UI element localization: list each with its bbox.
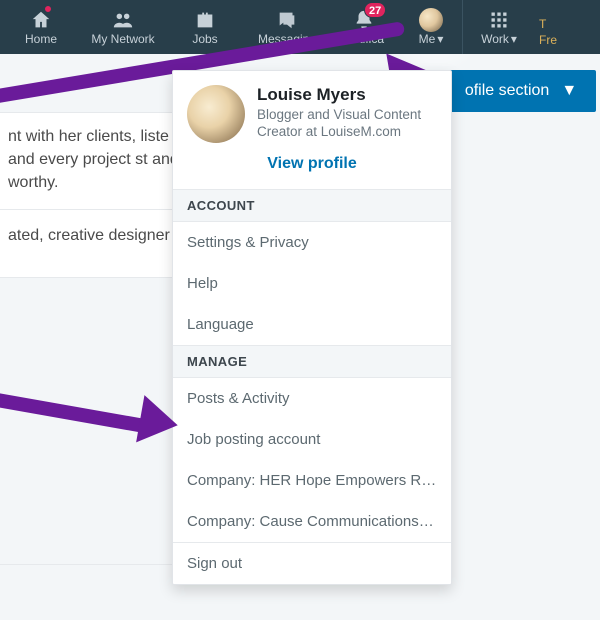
nav-try-line2: Fre (539, 34, 557, 46)
apps-grid-icon (489, 9, 509, 31)
dropdown-section-account: ACCOUNT (173, 189, 451, 222)
nav-work-text: Work (481, 32, 509, 46)
menu-item-company-2[interactable]: Company: Cause Communications G… (173, 501, 451, 542)
notifications-count-badge: 27 (364, 2, 386, 18)
chevron-down-icon: ▾ (511, 32, 517, 46)
nav-network-label: My Network (91, 33, 154, 45)
annotation-arrow-2 (0, 390, 157, 435)
page-body: ofile section ▼ nt with her clients, lis… (0, 54, 600, 620)
briefcase-icon (194, 9, 216, 31)
menu-item-sign-out[interactable]: Sign out (173, 542, 451, 584)
messaging-icon (276, 9, 298, 31)
nav-me-text: Me (419, 32, 436, 46)
home-badge (43, 4, 53, 14)
menu-item-settings[interactable]: Settings & Privacy (173, 222, 451, 263)
nav-home-label: Home (25, 33, 57, 45)
avatar (187, 85, 245, 143)
dropdown-header[interactable]: Louise Myers Blogger and Visual Content … (173, 71, 451, 149)
view-profile-link[interactable]: View profile (173, 149, 451, 189)
menu-item-company-1[interactable]: Company: HER Hope Empowers Rest… (173, 460, 451, 501)
dropdown-section-manage: MANAGE (173, 345, 451, 378)
avatar-icon (419, 9, 443, 31)
nav-try-premium[interactable]: T Fre (535, 0, 571, 54)
profile-button-label: ofile section (465, 82, 550, 100)
menu-item-posts-activity[interactable]: Posts & Activity (173, 378, 451, 419)
nav-jobs-label: Jobs (192, 33, 217, 45)
nav-me-label: Me▾ (419, 33, 444, 45)
chevron-down-icon: ▾ (437, 32, 443, 46)
nav-work-label: Work▾ (481, 33, 517, 45)
me-dropdown: Louise Myers Blogger and Visual Content … (172, 70, 452, 585)
add-profile-section-button[interactable]: ofile section ▼ (446, 70, 596, 112)
nav-jobs[interactable]: Jobs (164, 0, 246, 54)
menu-item-help[interactable]: Help (173, 263, 451, 304)
menu-item-language[interactable]: Language (173, 304, 451, 345)
network-icon (112, 9, 134, 31)
chevron-down-icon: ▼ (561, 82, 577, 100)
nav-try-line1: T (539, 18, 546, 30)
dropdown-user-name: Louise Myers (257, 85, 437, 105)
nav-network[interactable]: My Network (82, 0, 164, 54)
nav-me[interactable]: Me▾ (400, 0, 462, 54)
menu-item-job-posting[interactable]: Job posting account (173, 419, 451, 460)
dropdown-user-headline: Blogger and Visual Content Creator at Lo… (257, 107, 437, 141)
nav-home[interactable]: Home (0, 0, 82, 54)
nav-work[interactable]: Work▾ (463, 0, 535, 54)
